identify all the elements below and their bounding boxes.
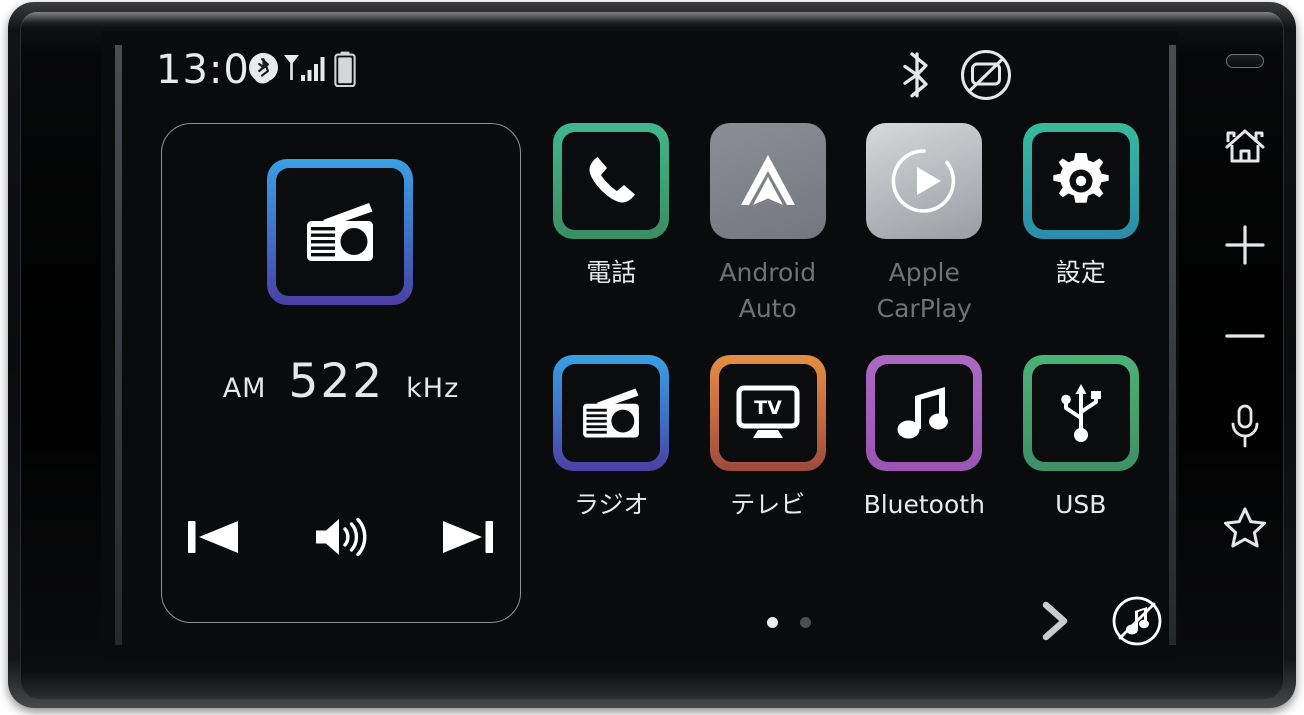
- page-dot-1[interactable]: [767, 617, 778, 628]
- radio-icon: [562, 364, 661, 462]
- mute-music-icon[interactable]: [1111, 595, 1163, 647]
- app-tile-tv[interactable]: TV テレビ: [690, 355, 847, 535]
- transport-controls: [162, 514, 520, 560]
- app-grid: 電話 Android Auto Apple CarPlay 設定 ラジオ TV …: [533, 123, 1159, 573]
- usb-tile-frame: [1022, 355, 1139, 471]
- head-unit-device: 13:00 AM 522 kHz 電話 Android Auto Apple C…: [8, 2, 1296, 708]
- radio-tile-frame: [553, 355, 670, 471]
- phone-icon: [562, 132, 661, 230]
- next-track-button[interactable]: [438, 514, 498, 560]
- now-playing-panel[interactable]: AM 522 kHz: [161, 123, 521, 623]
- tv-icon: TV: [718, 364, 817, 462]
- app-tile-settings[interactable]: 設定: [1003, 123, 1160, 355]
- tv-tile-frame: TV: [709, 355, 826, 471]
- display-off-icon: [959, 49, 1013, 101]
- frequency-display: AM 522 kHz: [162, 354, 520, 409]
- app-label-usb: USB: [1055, 490, 1107, 519]
- bluetooth-tile-frame: [866, 355, 983, 471]
- app-label-tv: テレビ: [730, 490, 806, 519]
- cellular-signal-icon: [283, 53, 327, 85]
- android-auto-tile-frame: [709, 123, 826, 239]
- radio-icon: [276, 168, 404, 296]
- app-tile-usb[interactable]: USB: [1003, 355, 1160, 535]
- app-label-apple-carplay: Apple CarPlay: [876, 258, 972, 323]
- settings-tile-frame: [1022, 123, 1139, 239]
- hardware-button-column: [1193, 31, 1297, 659]
- frequency-value: 522: [288, 354, 385, 409]
- home-button[interactable]: [1223, 125, 1267, 167]
- phone-tile-frame: [553, 123, 670, 239]
- battery-icon: [334, 51, 356, 87]
- status-bar: 13:00: [101, 31, 1179, 109]
- apple-carplay-icon: [866, 123, 982, 239]
- app-tile-android-auto[interactable]: Android Auto: [690, 123, 847, 355]
- next-page-button[interactable]: [1033, 597, 1077, 645]
- bluetooth-badge-icon: [249, 53, 278, 82]
- status-indicator-light: [1226, 54, 1264, 68]
- app-label-phone: 電話: [586, 258, 637, 287]
- frequency-unit: kHz: [406, 373, 460, 404]
- app-tile-bluetooth[interactable]: Bluetooth: [846, 355, 1003, 535]
- previous-track-button[interactable]: [184, 514, 244, 560]
- android-auto-icon: [710, 123, 826, 239]
- bottom-bar: [533, 583, 1162, 653]
- app-tile-apple-carplay[interactable]: Apple CarPlay: [846, 123, 1003, 355]
- app-label-android-auto: Android Auto: [719, 258, 817, 323]
- screen-left-edge-strip: [115, 45, 122, 645]
- volume-button[interactable]: [312, 514, 370, 560]
- music-note-icon: [875, 364, 974, 462]
- app-tile-radio[interactable]: ラジオ: [533, 355, 690, 535]
- volume-down-button[interactable]: [1223, 327, 1267, 345]
- touchscreen[interactable]: 13:00 AM 522 kHz 電話 Android Auto Apple C…: [101, 31, 1179, 659]
- app-label-bluetooth: Bluetooth: [863, 490, 985, 519]
- bezel-gloss: [21, 12, 1283, 28]
- app-label-settings: 設定: [1055, 258, 1106, 287]
- page-dot-2[interactable]: [800, 617, 811, 628]
- screen-right-edge-strip: [1169, 45, 1176, 645]
- current-source-tile[interactable]: [267, 159, 413, 305]
- app-label-radio: ラジオ: [573, 490, 649, 519]
- device-bezel: 13:00 AM 522 kHz 電話 Android Auto Apple C…: [20, 11, 1284, 699]
- gear-icon: [1031, 132, 1130, 230]
- volume-up-button[interactable]: [1223, 223, 1267, 267]
- app-tile-phone[interactable]: 電話: [533, 123, 690, 355]
- svg-text:TV: TV: [754, 397, 782, 419]
- page-indicator: [767, 617, 811, 628]
- usb-icon: [1031, 364, 1130, 462]
- bluetooth-icon: [894, 49, 940, 101]
- apple-carplay-tile-frame: [866, 123, 983, 239]
- frequency-band: AM: [222, 373, 267, 404]
- star-button[interactable]: [1222, 505, 1268, 549]
- microphone-button[interactable]: [1228, 403, 1262, 449]
